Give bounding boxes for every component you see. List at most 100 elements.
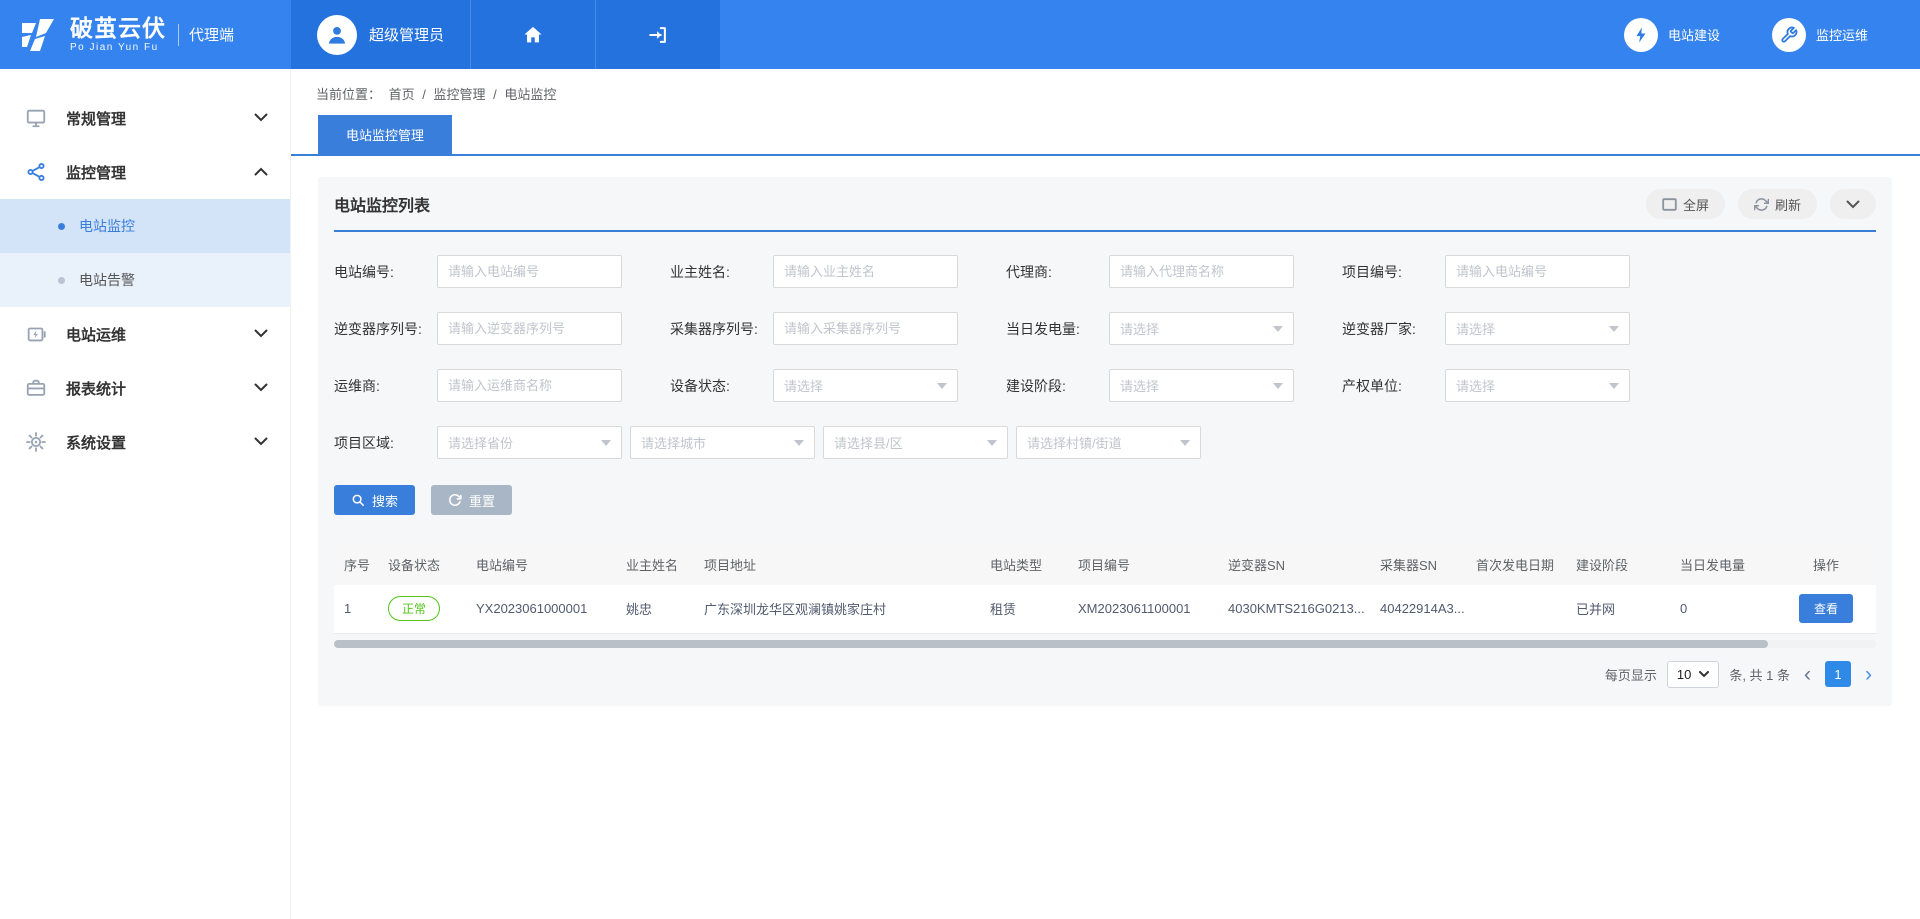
breadcrumb-separator: /	[493, 87, 497, 102]
cell-device-status: 正常	[378, 585, 466, 633]
tab-station-monitor-mgmt[interactable]: 电站监控管理	[318, 115, 452, 154]
main-area: 当前位置： 首页 / 监控管理 / 电站监控 电站监控管理 电站监控列表	[291, 69, 1920, 919]
chevron-down-icon	[254, 325, 268, 343]
logout-icon	[647, 24, 669, 46]
filter-label: 采集器序列号:	[670, 319, 773, 339]
user-section: 超级管理员	[291, 0, 720, 69]
bullet-dot-icon	[58, 223, 65, 230]
collapse-card-button[interactable]	[1830, 189, 1876, 219]
chevron-down-icon	[254, 109, 268, 127]
sidebar-item-label: 系统设置	[66, 432, 126, 453]
agent-input[interactable]	[1109, 255, 1294, 288]
device-status-select[interactable]: 请选择	[773, 369, 958, 402]
home-icon	[522, 24, 544, 46]
om-vendor-input[interactable]	[437, 369, 622, 402]
col-project-no: 项目编号	[1068, 543, 1218, 585]
total-count-label: 条, 共 1 条	[1729, 665, 1790, 684]
current-user[interactable]: 超级管理员	[291, 0, 470, 69]
breadcrumb-item-home[interactable]: 首页	[389, 87, 415, 102]
chevron-down-icon	[254, 379, 268, 397]
property-unit-select[interactable]: 请选择	[1445, 369, 1630, 402]
daily-power-select[interactable]: 请选择	[1109, 312, 1294, 345]
refresh-label: 刷新	[1775, 195, 1801, 214]
filter-project-no: 项目编号:	[1342, 255, 1630, 288]
sidebar-item-report-stats[interactable]: 报表统计	[0, 361, 290, 415]
refresh-button[interactable]: 刷新	[1738, 189, 1817, 219]
owner-name-input[interactable]	[773, 255, 958, 288]
fullscreen-label: 全屏	[1683, 195, 1709, 214]
cell-actions: 查看	[1776, 585, 1876, 633]
sidebar-item-monitor-mgmt[interactable]: 监控管理	[0, 145, 290, 199]
nav-station-build[interactable]: 电站建设	[1624, 0, 1720, 69]
chevron-down-icon	[1846, 200, 1860, 209]
horizontal-scrollbar[interactable]	[334, 640, 1876, 648]
cell-project-address: 广东深圳龙华区观澜镇姚家庄村	[694, 585, 980, 633]
nav-monitor-ops[interactable]: 监控运维	[1772, 0, 1868, 69]
breadcrumb-item-monitor-mgmt[interactable]: 监控管理	[434, 87, 486, 102]
search-button[interactable]: 搜索	[334, 485, 415, 515]
prev-page-button[interactable]: ‹	[1800, 664, 1815, 685]
home-button[interactable]	[470, 0, 595, 69]
filter-daily-power: 当日发电量: 请选择	[1006, 312, 1294, 345]
sidebar-item-label: 报表统计	[66, 378, 126, 399]
col-first-power-date: 首次发电日期	[1466, 543, 1566, 585]
sidebar-subitem-label: 电站告警	[79, 270, 135, 290]
search-label: 搜索	[372, 491, 398, 510]
cell-project-no: XM2023061100001	[1068, 585, 1218, 633]
build-stage-select[interactable]: 请选择	[1109, 369, 1294, 402]
per-page-select[interactable]: 10	[1667, 661, 1719, 688]
filter-label: 电站编号:	[334, 262, 437, 282]
filter-label: 逆变器厂家:	[1342, 319, 1445, 339]
filter-property-unit: 产权单位: 请选择	[1342, 369, 1630, 402]
filter-agent: 代理商:	[1006, 255, 1294, 288]
bullet-dot-icon	[58, 277, 65, 284]
view-button[interactable]: 查看	[1799, 594, 1853, 623]
logout-button[interactable]	[595, 0, 720, 69]
sidebar-item-general-mgmt[interactable]: 常规管理	[0, 91, 290, 145]
county-select[interactable]: 请选择县/区	[823, 426, 1008, 459]
fullscreen-button[interactable]: 全屏	[1646, 189, 1725, 219]
filter-inverter-vendor: 逆变器厂家: 请选择	[1342, 312, 1630, 345]
sidebar-item-label: 监控管理	[66, 162, 126, 183]
sidebar-subitem-station-monitor[interactable]: 电站监控	[0, 199, 290, 253]
cell-station-type: 租赁	[980, 585, 1068, 633]
chevron-down-icon	[1699, 671, 1709, 678]
inverter-vendor-select[interactable]: 请选择	[1445, 312, 1630, 345]
reset-button[interactable]: 重置	[431, 485, 512, 515]
province-select[interactable]: 请选择省份	[437, 426, 622, 459]
caret-down-icon	[1609, 383, 1619, 389]
page-number-1[interactable]: 1	[1825, 661, 1851, 687]
collector-sn-input[interactable]	[773, 312, 958, 345]
inverter-sn-input[interactable]	[437, 312, 622, 345]
scrollbar-thumb[interactable]	[334, 640, 1768, 648]
city-select[interactable]: 请选择城市	[630, 426, 815, 459]
breadcrumb-separator: /	[422, 87, 426, 102]
sidebar-item-system-settings[interactable]: 系统设置	[0, 415, 290, 469]
breadcrumb-prefix: 当前位置：	[316, 87, 381, 102]
sidebar-subitem-label: 电站监控	[79, 216, 135, 236]
project-no-input[interactable]	[1445, 255, 1630, 288]
battery-icon	[24, 322, 48, 346]
town-select[interactable]: 请选择村镇/街道	[1016, 426, 1201, 459]
breadcrumb-item-station-monitor[interactable]: 电站监控	[504, 87, 556, 102]
reset-label: 重置	[469, 491, 495, 510]
next-page-button[interactable]: ›	[1861, 664, 1876, 685]
chevron-up-icon	[254, 163, 268, 181]
reset-icon	[448, 493, 462, 507]
pagination: 每页显示 10 条, 共 1 条 ‹ 1 ›	[334, 661, 1876, 688]
station-monitor-card: 电站监控列表 全屏 刷新	[318, 177, 1892, 706]
search-icon	[351, 493, 365, 507]
sidebar-subitem-station-alarm[interactable]: 电站告警	[0, 253, 290, 307]
filter-label: 产权单位:	[1342, 376, 1445, 396]
station-no-input[interactable]	[437, 255, 622, 288]
user-name: 超级管理员	[369, 24, 444, 45]
cell-owner-name: 姚忠	[616, 585, 694, 633]
filter-label: 逆变器序列号:	[334, 319, 437, 339]
caret-down-icon	[1180, 440, 1190, 446]
lightning-icon	[1624, 18, 1658, 52]
col-index: 序号	[334, 543, 378, 585]
sidebar-item-station-ops[interactable]: 电站运维	[0, 307, 290, 361]
card-header: 电站监控列表 全屏 刷新	[334, 189, 1876, 232]
filter-label: 建设阶段:	[1006, 376, 1109, 396]
breadcrumb: 当前位置： 首页 / 监控管理 / 电站监控	[291, 69, 1920, 115]
